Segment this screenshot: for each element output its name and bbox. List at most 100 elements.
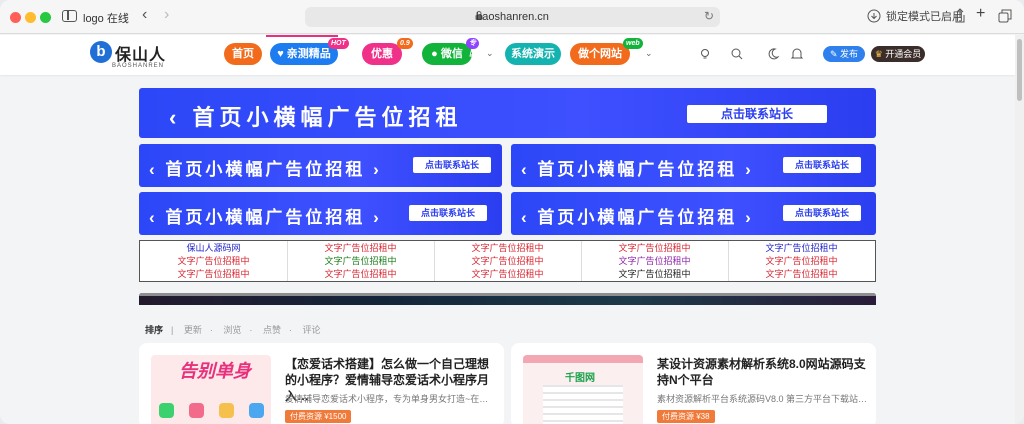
- app-icon: [249, 403, 264, 418]
- discount-badge: 0.9: [397, 38, 413, 49]
- text-ad-link[interactable]: 文字广告位招租中: [434, 255, 581, 268]
- close-window-button[interactable]: [10, 12, 21, 23]
- thumbnail-text: 告别单身: [179, 361, 251, 381]
- back-icon[interactable]: ‹: [142, 6, 147, 24]
- text-ad-link[interactable]: 文字广告位招租中: [581, 255, 728, 268]
- text-ad-link[interactable]: 文字广告位招租中: [287, 268, 434, 281]
- sort-likes[interactable]: 点赞: [263, 325, 281, 335]
- bulb-icon[interactable]: [698, 47, 712, 61]
- sort-bar: 排序 | 更新 · 浏览 · 点赞 · 评论: [145, 325, 321, 335]
- publish-button[interactable]: ✎ 发布: [823, 46, 865, 62]
- forward-icon[interactable]: ›: [164, 6, 169, 24]
- ad-text: ‹ 首页小横幅广告位招租: [169, 105, 463, 130]
- sort-views[interactable]: 浏览: [223, 325, 241, 335]
- text-ad-link[interactable]: 文字广告位招租中: [287, 255, 434, 268]
- browser-toolbar: logo 在线 ⌄ ‹ › baoshanren.cn ↻ 锁定模式已启用 +: [0, 0, 1024, 34]
- ad-banner-main[interactable]: ‹ 首页小横幅广告位招租 点击联系站长: [139, 88, 876, 138]
- ad-banner-3[interactable]: ‹ 首页小横幅广告位招租 › 点击联系站长: [139, 192, 502, 235]
- bell-icon[interactable]: [790, 47, 804, 61]
- ad-text: ‹ 首页小横幅广告位招租 ›: [521, 160, 754, 179]
- reload-icon[interactable]: ↻: [704, 9, 714, 23]
- hero-banner[interactable]: [139, 293, 876, 305]
- ad-banner-2[interactable]: ‹ 首页小横幅广告位招租 › 点击联系站长: [511, 144, 876, 187]
- nav-home[interactable]: 首页: [224, 43, 262, 65]
- chevron-down-icon[interactable]: ⌄: [486, 48, 494, 59]
- post-description: 素材资源解析平台系统源码V8.0 第三方平台下载站…: [657, 394, 867, 404]
- ad-cta[interactable]: 点击联系站长: [783, 157, 861, 173]
- ad-banner-4[interactable]: ‹ 首页小横幅广告位招租 › 点击联系站长: [511, 192, 876, 235]
- nav-discount[interactable]: 优惠 0.9: [362, 38, 413, 65]
- post-thumbnail[interactable]: 千图网: [523, 355, 643, 424]
- text-ad-link[interactable]: 文字广告位招租中: [728, 242, 875, 255]
- ad-banner-1[interactable]: ‹ 首页小横幅广告位招租 › 点击联系站长: [139, 144, 502, 187]
- sidebar-icon[interactable]: [62, 10, 77, 22]
- scrollbar[interactable]: [1015, 35, 1024, 424]
- grid-divider: [581, 241, 582, 281]
- grid-divider: [287, 241, 288, 281]
- nav-tested[interactable]: ♥ 亲测精品 HOT: [270, 38, 349, 65]
- nav-wechat[interactable]: ● 微信 专区: [422, 38, 479, 65]
- url-text: baoshanren.cn: [476, 11, 549, 23]
- text-ad-link[interactable]: 文字广告位招租中: [728, 255, 875, 268]
- ad-text: ‹ 首页小横幅广告位招租 ›: [149, 208, 382, 227]
- text-ad-link[interactable]: 文字广告位招租中: [287, 242, 434, 255]
- web-badge: web: [623, 38, 643, 49]
- post-thumbnail[interactable]: 告别单身: [151, 355, 271, 424]
- tab-overview-icon[interactable]: [998, 9, 1012, 23]
- ad-cta[interactable]: 点击联系站长: [413, 157, 491, 173]
- text-ad-link[interactable]: 文字广告位招租中: [140, 268, 287, 281]
- text-ad-link[interactable]: 文字广告位招租中: [140, 255, 287, 268]
- post-description: 爱情辅导恋爱话术小程序，专为单身男女打造~在…: [285, 394, 489, 404]
- ad-cta[interactable]: 点击联系站长: [409, 205, 487, 221]
- chevron-down-icon[interactable]: ⌄: [122, 8, 130, 19]
- ad-text: ‹ 首页小横幅广告位招租 ›: [149, 160, 382, 179]
- sort-comments[interactable]: 评论: [302, 325, 320, 335]
- post-card[interactable]: 告别单身 【恋爱话术搭建】怎么做一个自己理想的小程序？爱情辅导恋爱话术小程序月入…: [139, 343, 504, 424]
- text-ad-link[interactable]: 文字广告位招租中: [728, 268, 875, 281]
- post-card[interactable]: 千图网 某设计资源素材解析系统8.0网站源码支持N个平台 素材资源解析平台系统源…: [511, 343, 876, 424]
- scrollbar-thumb[interactable]: [1017, 39, 1022, 101]
- chevron-down-icon[interactable]: ⌄: [645, 48, 653, 59]
- post-title[interactable]: 某设计资源素材解析系统8.0网站源码支持N个平台: [657, 356, 867, 388]
- nav-build-site[interactable]: 做个网站 web: [570, 38, 643, 65]
- heart-icon: ♥: [277, 48, 284, 60]
- thumbnail-table: [543, 385, 623, 424]
- site-logo[interactable]: b 保山人 BAOSHANREN: [90, 41, 180, 71]
- new-tab-icon[interactable]: +: [976, 5, 985, 23]
- logo-mark: b: [90, 41, 112, 63]
- ad-cta[interactable]: 点击联系站长: [783, 205, 861, 221]
- vip-button[interactable]: ♛ 开通会员: [871, 46, 925, 62]
- sort-updated[interactable]: 更新: [184, 325, 202, 335]
- download-icon[interactable]: [867, 9, 881, 23]
- dark-mode-icon[interactable]: [766, 47, 780, 61]
- grid-divider: [728, 241, 729, 281]
- ad-text: ‹ 首页小横幅广告位招租 ›: [521, 208, 754, 227]
- app-icon: [189, 403, 204, 418]
- thumbnail-header: [523, 355, 643, 363]
- lockdown-mode-label[interactable]: 锁定模式已启用: [886, 8, 963, 24]
- app-icon: [219, 403, 234, 418]
- thumbnail-text: 千图网: [565, 373, 595, 384]
- logo-text: 保山人: [115, 47, 167, 64]
- text-ad-link[interactable]: 文字广告位招租中: [434, 242, 581, 255]
- nav-demo[interactable]: 系统演示: [505, 43, 561, 65]
- price-tag: 付费资源 ¥38: [657, 410, 715, 423]
- active-indicator: [266, 35, 338, 37]
- grid-divider: [434, 241, 435, 281]
- hot-badge: HOT: [328, 38, 349, 49]
- text-ad-grid: 保山人源码网 文字广告位招租中 文字广告位招租中 文字广告位招租中 文字广告位招租中 文字…: [139, 240, 876, 282]
- minimize-window-button[interactable]: [25, 12, 36, 23]
- app-icon: [159, 403, 174, 418]
- search-icon[interactable]: [730, 47, 744, 61]
- text-ad-link[interactable]: 文字广告位招租中: [581, 268, 728, 281]
- zoom-window-button[interactable]: [40, 12, 51, 23]
- ad-cta[interactable]: 点击联系站长: [687, 105, 827, 123]
- pen-icon: ✎: [829, 49, 838, 59]
- text-ad-link[interactable]: 文字广告位招租中: [434, 268, 581, 281]
- share-icon[interactable]: [954, 8, 966, 23]
- web-page: b 保山人 BAOSHANREN 首页 ♥ 亲测精品 HOT 优惠 0.9 ● …: [0, 35, 1015, 424]
- text-ad-link[interactable]: 文字广告位招租中: [581, 242, 728, 255]
- text-ad-link[interactable]: 保山人源码网: [140, 242, 287, 255]
- address-bar[interactable]: baoshanren.cn ↻: [305, 7, 720, 27]
- site-header: b 保山人 BAOSHANREN 首页 ♥ 亲测精品 HOT 优惠 0.9 ● …: [0, 35, 1015, 75]
